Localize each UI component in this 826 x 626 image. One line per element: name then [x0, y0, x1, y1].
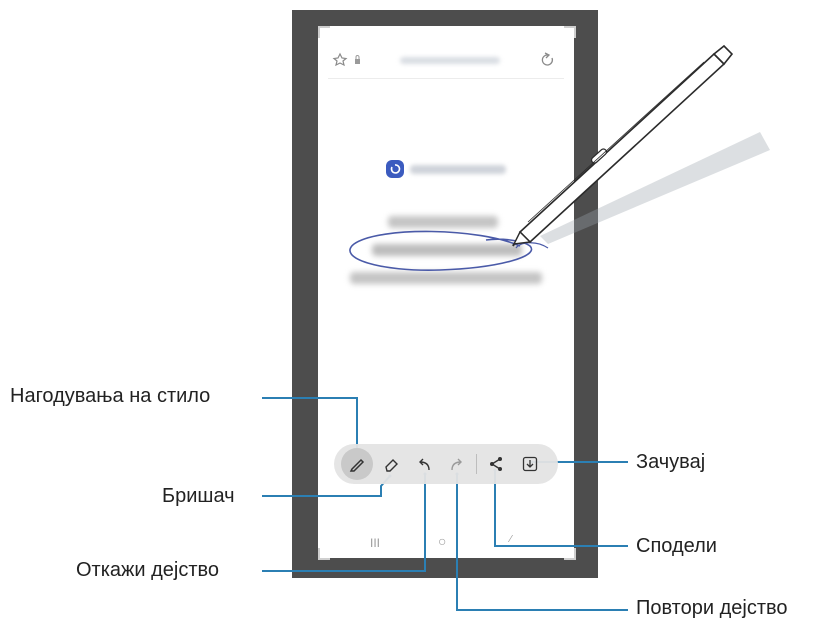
redo-button[interactable]	[441, 448, 473, 480]
share-icon	[490, 457, 502, 471]
redo-icon	[451, 458, 462, 471]
callout-redo: Повтори дејство	[636, 597, 788, 619]
pen-settings-button[interactable]	[341, 448, 373, 480]
undo-icon	[419, 458, 430, 471]
eraser-button[interactable]	[375, 448, 407, 480]
callout-save: Зачувај	[636, 451, 706, 473]
save-button[interactable]	[514, 448, 546, 480]
nav-home-button[interactable]: ○	[438, 533, 446, 549]
toolbar-divider	[476, 454, 477, 474]
eraser-icon	[385, 459, 398, 472]
callout-share: Сподели	[636, 535, 717, 557]
callout-lines	[262, 397, 628, 611]
nav-back-button[interactable]: ⁄	[510, 534, 512, 545]
share-button[interactable]	[480, 448, 512, 480]
callout-eraser: Бришач	[162, 485, 235, 507]
illustration-layer	[262, 44, 770, 611]
callout-undo: Откажи дејство	[76, 559, 220, 581]
pen-icon	[349, 458, 365, 472]
s-pen-stylus-icon	[512, 44, 734, 247]
save-icon	[522, 456, 538, 472]
nav-recent-apps-button[interactable]: III	[370, 536, 380, 550]
undo-button[interactable]	[408, 448, 440, 480]
callout-pen-settings: Нагодувања на стило	[10, 385, 211, 407]
